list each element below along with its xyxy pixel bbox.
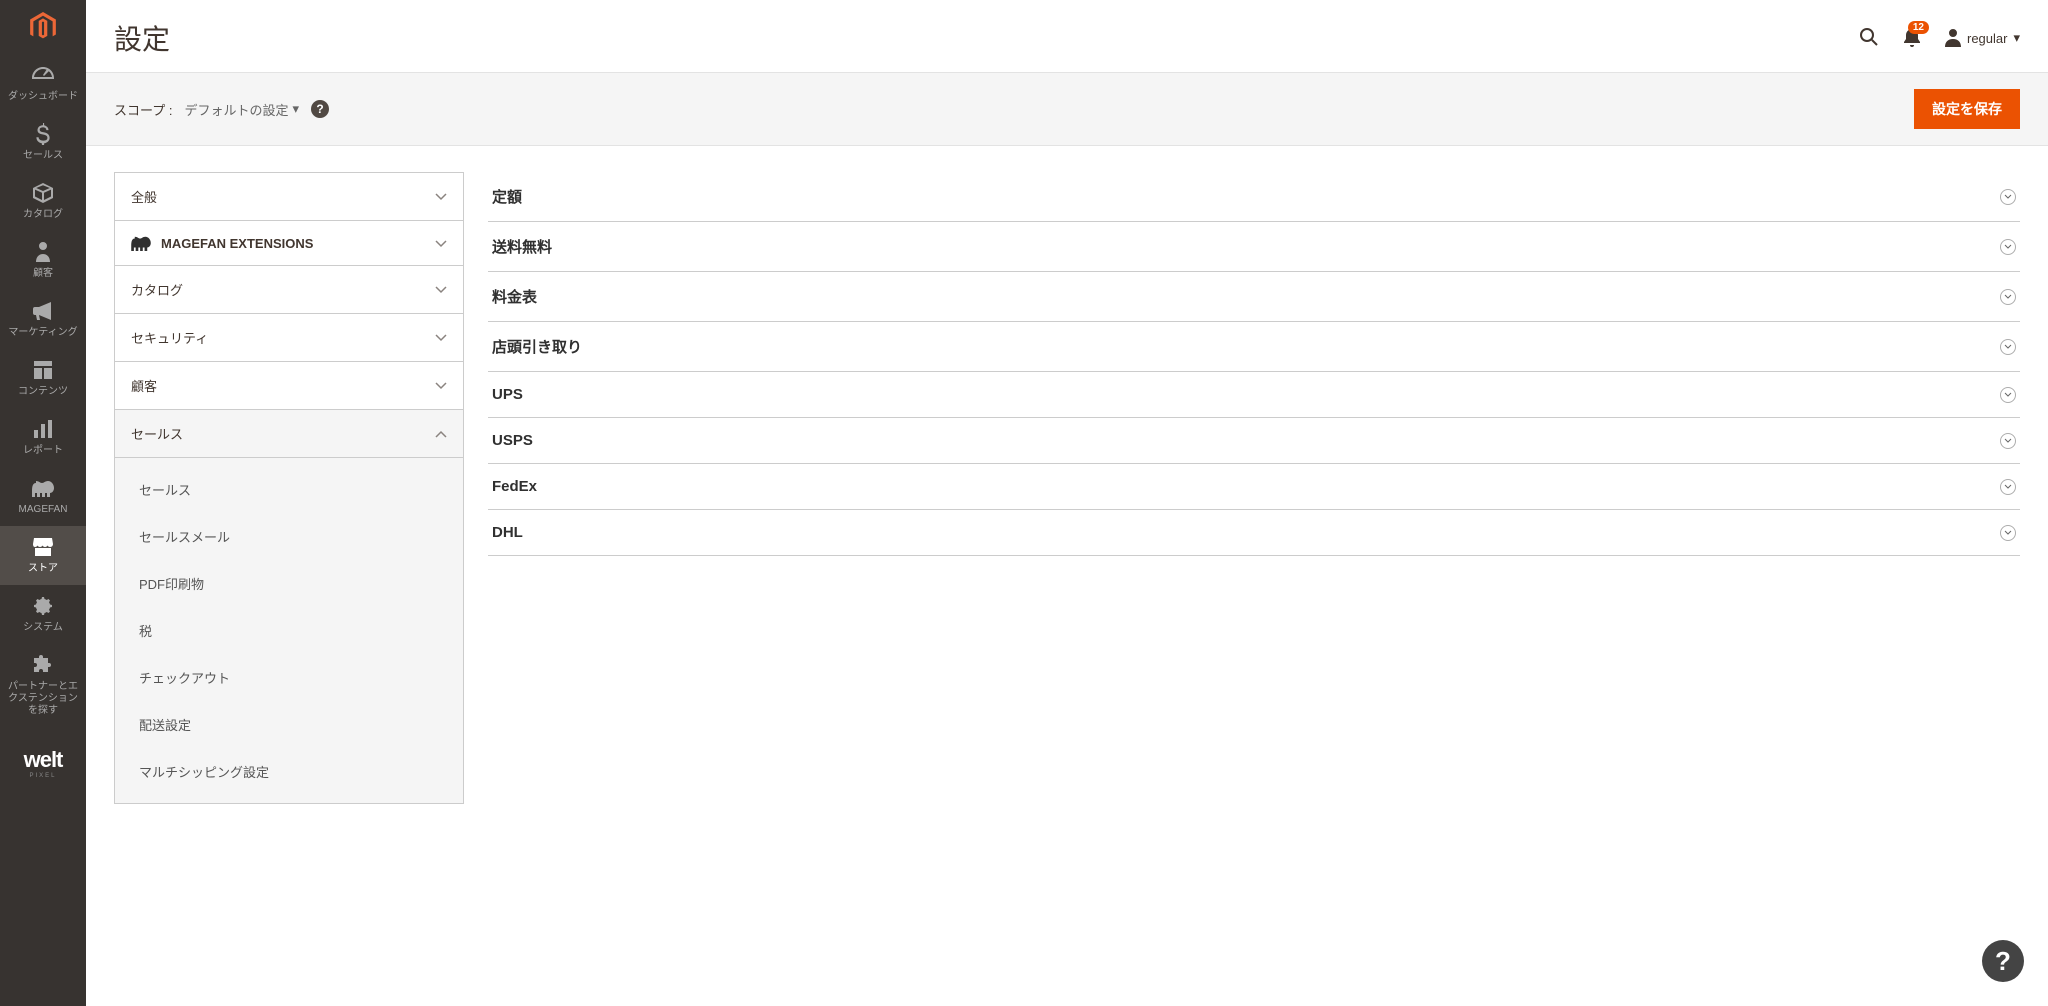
section-dhl[interactable]: DHL <box>488 510 2020 556</box>
expand-down-icon <box>2000 189 2016 205</box>
bars-icon <box>32 418 54 440</box>
section-fedex[interactable]: FedEx <box>488 464 2020 510</box>
sidebar-item-dashboard[interactable]: ダッシュボード <box>0 54 86 113</box>
caret-down-icon: ▾ <box>2013 30 2020 46</box>
caret-down-icon: ▾ <box>292 101 299 117</box>
dollar-icon <box>32 123 54 145</box>
admin-sidebar: ダッシュボード セールス カタログ 顧客 マーケティング コンテンツ レポート <box>0 0 86 1006</box>
box-icon <box>32 182 54 204</box>
section-usps[interactable]: USPS <box>488 418 2020 464</box>
config-group-general[interactable]: 全般 <box>115 173 463 221</box>
sidebar-item-stores[interactable]: ストア <box>0 526 86 585</box>
magento-logo[interactable] <box>0 0 86 54</box>
config-group-customers[interactable]: 顧客 <box>115 362 463 410</box>
expand-down-icon <box>2000 387 2016 403</box>
sidebar-item-marketing[interactable]: マーケティング <box>0 290 86 349</box>
user-icon <box>1945 29 1961 47</box>
notification-badge: 12 <box>1908 21 1929 34</box>
elephant-icon <box>32 477 54 499</box>
sub-item-tax[interactable]: 税 <box>115 607 463 654</box>
chevron-down-icon <box>435 282 447 297</box>
config-group-magefan[interactable]: MAGEFAN EXTENSIONS <box>115 221 463 266</box>
sidebar-item-partners[interactable]: パートナーとエクステンションを探す <box>0 644 86 727</box>
config-group-sales-children: セールス セールスメール PDF印刷物 税 チェックアウト 配送設定 マルチシッ… <box>115 458 463 803</box>
expand-down-icon <box>2000 339 2016 355</box>
chevron-down-icon <box>435 236 447 251</box>
gear-icon <box>32 595 54 617</box>
gauge-icon <box>32 64 54 86</box>
section-ups[interactable]: UPS <box>488 372 2020 418</box>
sidebar-item-catalog[interactable]: カタログ <box>0 172 86 231</box>
config-nav: 全般 MAGEFAN EXTENSIONS カタログ セキュリティ <box>114 172 464 804</box>
chevron-down-icon <box>435 189 447 204</box>
save-config-button[interactable]: 設定を保存 <box>1914 89 2020 129</box>
person-icon <box>32 241 54 263</box>
config-group-security[interactable]: セキュリティ <box>115 314 463 362</box>
chevron-up-icon <box>435 426 447 441</box>
section-flatrate[interactable]: 定額 <box>488 172 2020 222</box>
help-icon[interactable]: ? <box>311 100 329 118</box>
config-group-sales[interactable]: セールス <box>115 410 463 458</box>
section-tablerate[interactable]: 料金表 <box>488 272 2020 322</box>
page-title: 設定 <box>114 18 170 58</box>
section-freeshipping[interactable]: 送料無料 <box>488 222 2020 272</box>
sidebar-item-sales[interactable]: セールス <box>0 113 86 172</box>
scope-label: スコープ : <box>114 100 172 119</box>
user-menu[interactable]: regular ▾ <box>1945 29 2020 47</box>
expand-down-icon <box>2000 239 2016 255</box>
config-sections: 定額 送料無料 料金表 店頭引き取り UPS <box>488 172 2020 804</box>
elephant-icon <box>131 235 151 251</box>
expand-down-icon <box>2000 479 2016 495</box>
chevron-down-icon <box>435 330 447 345</box>
sidebar-item-customers[interactable]: 顧客 <box>0 231 86 290</box>
sub-item-sales[interactable]: セールス <box>115 466 463 513</box>
chevron-down-icon <box>435 378 447 393</box>
sub-item-multishipping[interactable]: マルチシッピング設定 <box>115 748 463 795</box>
expand-down-icon <box>2000 289 2016 305</box>
sidebar-item-magefan[interactable]: MAGEFAN <box>0 467 86 526</box>
scope-select[interactable]: デフォルトの設定 ▾ <box>184 100 299 119</box>
notifications-icon[interactable]: 12 <box>1903 27 1921 50</box>
expand-down-icon <box>2000 525 2016 541</box>
sidebar-item-content[interactable]: コンテンツ <box>0 349 86 408</box>
megaphone-icon <box>32 300 54 322</box>
expand-down-icon <box>2000 433 2016 449</box>
config-group-catalog[interactable]: カタログ <box>115 266 463 314</box>
sub-item-pdf-printouts[interactable]: PDF印刷物 <box>115 560 463 607</box>
search-icon[interactable] <box>1859 27 1879 50</box>
sidebar-item-reports[interactable]: レポート <box>0 408 86 467</box>
scope-bar: スコープ : デフォルトの設定 ▾ ? 設定を保存 <box>86 72 2048 146</box>
topbar: 設定 12 regular ▾ <box>86 0 2048 72</box>
sub-item-shipping-settings[interactable]: 配送設定 <box>115 701 463 748</box>
welt-brand[interactable]: welt PIXEL <box>0 727 86 779</box>
puzzle-icon <box>32 654 54 676</box>
floating-help-icon[interactable]: ? <box>1982 940 2024 982</box>
section-instorepickup[interactable]: 店頭引き取り <box>488 322 2020 372</box>
sub-item-sales-emails[interactable]: セールスメール <box>115 513 463 560</box>
sidebar-item-system[interactable]: システム <box>0 585 86 644</box>
store-icon <box>32 536 54 558</box>
layout-icon <box>32 359 54 381</box>
sub-item-checkout[interactable]: チェックアウト <box>115 654 463 701</box>
